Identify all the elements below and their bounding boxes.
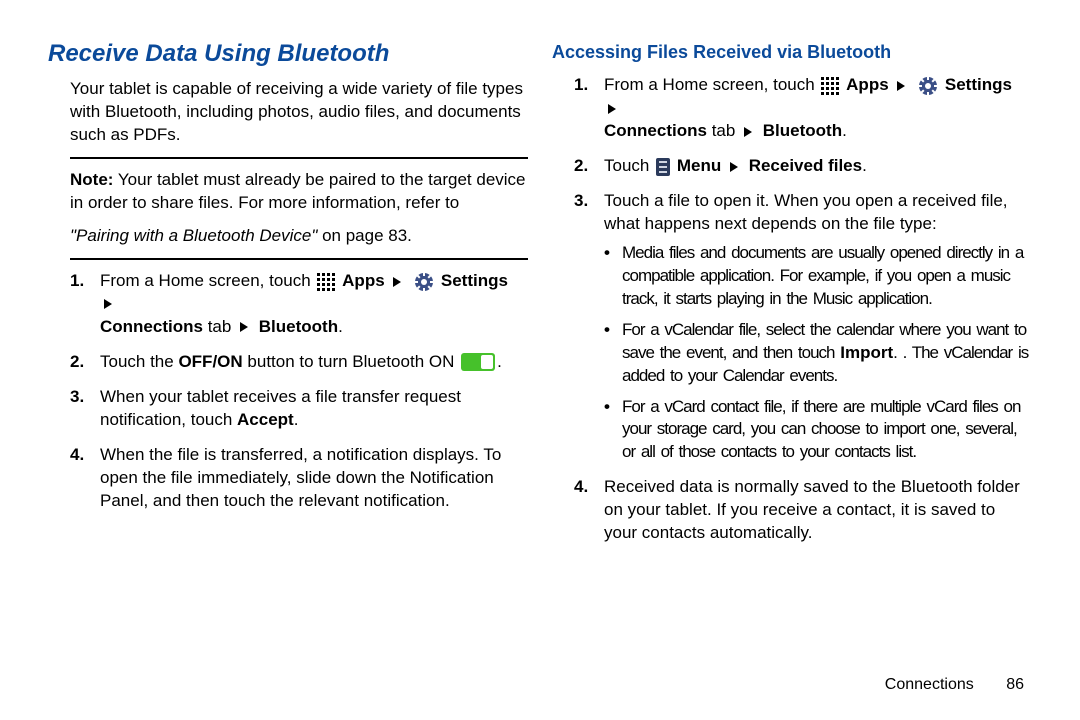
rstep2-a: Touch — [604, 156, 654, 175]
rstep1-lead: From a Home screen, touch — [604, 75, 819, 94]
arrow-icon — [393, 277, 401, 287]
bullet-vcard-text: For a vCard contact file, if there are m… — [622, 397, 1020, 462]
gear-icon — [918, 76, 938, 96]
note-block: Note: Your tablet must already be paired… — [70, 169, 528, 215]
right-column: Accessing Files Received via Bluetooth F… — [552, 32, 1032, 700]
apps-icon — [317, 273, 335, 291]
apps-icon — [821, 77, 839, 95]
right-step-1: From a Home screen, touch Apps Settings … — [574, 74, 1032, 143]
step4: When the file is transferred, a notifica… — [100, 445, 501, 510]
bluetooth-label: Bluetooth — [259, 317, 338, 336]
section-title: Receive Data Using Bluetooth — [48, 38, 528, 70]
page-footer: Connections 86 — [885, 674, 1024, 696]
footer-section: Connections — [885, 676, 974, 693]
step2-a: Touch the — [100, 352, 178, 371]
accept-label: Accept — [237, 410, 294, 429]
note-label: Note: — [70, 170, 113, 189]
arrow-icon — [240, 322, 248, 332]
menu-label: Menu — [677, 156, 721, 175]
file-type-bullets: Media files and documents are usually op… — [604, 242, 1032, 464]
note-body: Your tablet must already be paired to th… — [70, 170, 526, 212]
cross-ref-tail: on page 83. — [317, 226, 412, 245]
arrow-icon — [744, 127, 752, 137]
right-step-4: Received data is normally saved to the B… — [574, 476, 1032, 545]
left-step-2: Touch the OFF/ON button to turn Bluetoot… — [70, 351, 528, 374]
bullet-media: Media files and documents are usually op… — [604, 242, 1032, 311]
right-step-2: Touch Menu Received files. — [574, 155, 1032, 178]
connections-label: Connections — [604, 121, 707, 140]
left-step-4: When the file is transferred, a notifica… — [70, 444, 528, 513]
bullet-vcalendar: For a vCalendar file, select the calenda… — [604, 319, 1032, 388]
left-column: Receive Data Using Bluetooth Your tablet… — [48, 32, 528, 700]
rstep4: Received data is normally saved to the B… — [604, 477, 1020, 542]
subsection-title: Accessing Files Received via Bluetooth — [552, 40, 1032, 64]
right-steps: From a Home screen, touch Apps Settings … — [574, 74, 1032, 545]
tab-word: tab — [208, 317, 236, 336]
settings-label: Settings — [945, 75, 1012, 94]
rstep3-a: Touch a file to open it. When you open a… — [604, 191, 1008, 233]
apps-label: Apps — [846, 75, 889, 94]
cross-ref-title: "Pairing with a Bluetooth Device" — [70, 226, 317, 245]
gear-icon — [414, 272, 434, 292]
intro-paragraph: Your tablet is capable of receiving a wi… — [70, 78, 528, 147]
toggle-on-icon — [461, 353, 495, 371]
footer-page-number: 86 — [1006, 676, 1024, 693]
connections-label: Connections — [100, 317, 203, 336]
left-steps: From a Home screen, touch Apps Settings … — [70, 270, 528, 512]
bluetooth-label: Bluetooth — [763, 121, 842, 140]
bullet-media-text: Media files and documents are usually op… — [622, 243, 1023, 308]
left-step-3: When your tablet receives a file transfe… — [70, 386, 528, 432]
divider-top — [70, 157, 528, 159]
import-label: Import — [840, 343, 893, 362]
bullet-vcard: For a vCard contact file, if there are m… — [604, 396, 1032, 465]
tab-word: tab — [712, 121, 740, 140]
arrow-icon — [608, 104, 616, 114]
right-step-3: Touch a file to open it. When you open a… — [574, 190, 1032, 464]
settings-label: Settings — [441, 271, 508, 290]
step2-c: button to turn Bluetooth ON — [247, 352, 459, 371]
arrow-icon — [104, 299, 112, 309]
menu-icon — [656, 158, 670, 176]
apps-label: Apps — [342, 271, 385, 290]
arrow-icon — [730, 162, 738, 172]
divider-bottom — [70, 258, 528, 260]
arrow-icon — [897, 81, 905, 91]
left-step-1: From a Home screen, touch Apps Settings … — [70, 270, 528, 339]
off-on-label: OFF/ON — [178, 352, 242, 371]
received-files-label: Received files — [749, 156, 862, 175]
step1-lead: From a Home screen, touch — [100, 271, 315, 290]
cross-reference: "Pairing with a Bluetooth Device" on pag… — [70, 225, 528, 248]
